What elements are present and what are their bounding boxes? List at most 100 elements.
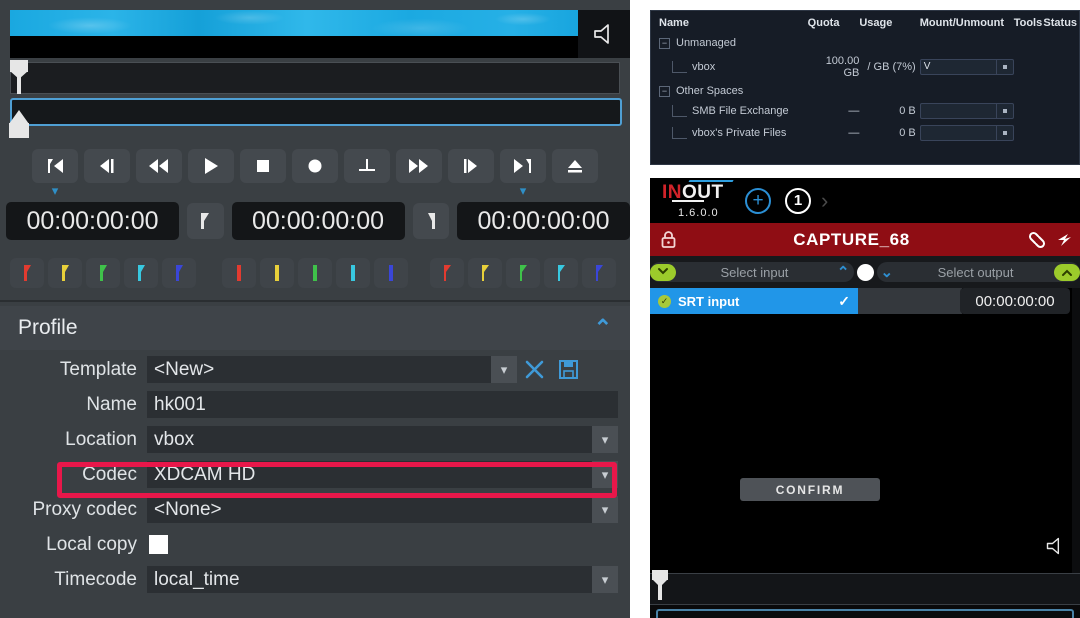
chevron-right-icon[interactable]: ›	[821, 188, 828, 214]
transport-fast-forward[interactable]	[396, 149, 442, 183]
tree-collapse-icon[interactable]: −	[659, 37, 670, 49]
chevron-down-icon[interactable]: ▾	[500, 184, 546, 197]
transport-rewind[interactable]	[136, 149, 182, 183]
timecode-duration[interactable]: 00:00:00:00	[231, 202, 405, 240]
template-save-button[interactable]	[551, 359, 585, 380]
codec-dropdown-caret[interactable]: ▾	[592, 461, 618, 488]
tree-branch-icon	[672, 105, 687, 118]
tree-branch-icon	[672, 127, 687, 140]
mount-menu-button[interactable]	[995, 104, 1013, 118]
timecode-dropdown-caret[interactable]: ▾	[592, 566, 618, 593]
mount-menu-button[interactable]	[995, 126, 1013, 140]
timecode-out-point[interactable]: 00:00:00:00	[457, 202, 630, 240]
chevron-up-icon[interactable]: ⌃	[833, 263, 854, 281]
template-input[interactable]: <New>	[147, 356, 491, 383]
transport-play[interactable]	[188, 149, 234, 183]
mount-control[interactable]	[919, 103, 1014, 119]
capture-audio-button[interactable]	[1044, 536, 1066, 561]
column-header-mount[interactable]: Mount/Unmount	[920, 11, 1014, 34]
marker-bar-green[interactable]	[298, 258, 332, 288]
lightning-icon[interactable]	[1054, 230, 1074, 250]
location-dropdown-caret[interactable]: ▾	[592, 426, 618, 453]
column-header-status[interactable]: Status	[1043, 11, 1079, 34]
transport-cue-point[interactable]	[344, 149, 390, 183]
timecode-in-point[interactable]: 00:00:00:00	[6, 202, 179, 240]
marker-pennant-yellow[interactable]	[468, 258, 502, 288]
template-dropdown-caret[interactable]: ▾	[491, 356, 517, 383]
transport-go-to-in-point[interactable]: ▾	[32, 149, 78, 197]
mount-control[interactable]	[919, 125, 1014, 141]
location-input[interactable]: vbox	[147, 426, 592, 453]
form-row-name: Name hk001	[0, 387, 630, 422]
confirm-button[interactable]: CONFIRM	[740, 478, 880, 501]
name-input[interactable]: hk001	[147, 391, 618, 418]
profile-section-header[interactable]: Profile ⌃	[0, 306, 630, 350]
marker-pennant-red[interactable]	[430, 258, 464, 288]
table-row[interactable]: − Unmanaged	[651, 34, 1079, 52]
column-header-tools[interactable]: Tools	[1014, 11, 1044, 34]
select-input-dropdown[interactable]: Select input ⌃	[650, 262, 854, 282]
marker-flag-yellow[interactable]	[48, 258, 82, 288]
marker-bar-red[interactable]	[222, 258, 256, 288]
mark-in-button[interactable]	[187, 203, 224, 239]
table-row[interactable]: vbox's Private Files — 0 B	[651, 122, 1079, 144]
transport-go-to-out-point[interactable]: ▾	[500, 149, 546, 197]
channel-badge-1[interactable]: 1	[785, 187, 811, 214]
capture-timecode[interactable]: 00:00:00:00	[960, 288, 1070, 314]
codec-input[interactable]: XDCAM HD	[147, 461, 592, 488]
marker-pennant-green[interactable]	[506, 258, 540, 288]
chevron-up-icon[interactable]: ⌃	[594, 317, 612, 339]
transport-stop[interactable]	[240, 149, 286, 183]
local-copy-checkbox[interactable]	[149, 535, 168, 554]
transport-record[interactable]	[292, 149, 338, 183]
table-row[interactable]: vbox 100.00 GB / GB (7%) V	[651, 52, 1079, 82]
flag-icon	[62, 265, 69, 281]
column-header-name[interactable]: Name	[651, 11, 808, 34]
broken-link-icon[interactable]	[1026, 230, 1048, 250]
transport-eject[interactable]	[552, 149, 598, 183]
marker-flag-red[interactable]	[10, 258, 44, 288]
table-row[interactable]: − Other Spaces	[651, 82, 1079, 100]
marker-flag-blue[interactable]	[162, 258, 196, 288]
row-usage: 0 B	[899, 105, 916, 117]
table-row[interactable]: SMB File Exchange — 0 B	[651, 100, 1079, 122]
in-out-range-track[interactable]	[10, 98, 622, 126]
transport-step-back[interactable]	[84, 149, 130, 183]
audio-mute-button[interactable]	[578, 10, 630, 58]
chevron-down-icon[interactable]: ▾	[32, 184, 78, 197]
capture-panel: INOUT 1.6.0.0 + 1 › CAPTURE_68 Select in…	[650, 178, 1080, 618]
marker-bar-blue[interactable]	[374, 258, 408, 288]
chevron-down-icon[interactable]: ⌄	[877, 263, 898, 281]
marker-flag-green[interactable]	[86, 258, 120, 288]
io-link-toggle[interactable]	[856, 263, 874, 281]
capture-range-track[interactable]	[656, 609, 1074, 618]
row-tools	[1014, 122, 1044, 144]
marker-bar-yellow[interactable]	[260, 258, 294, 288]
mount-control[interactable]: V	[919, 59, 1014, 75]
playhead-marker[interactable]	[10, 60, 28, 94]
range-start-marker[interactable]	[9, 110, 29, 138]
column-header-usage[interactable]: Usage	[859, 11, 919, 34]
proxy-codec-dropdown-caret[interactable]: ▾	[592, 496, 618, 523]
marker-pennant-blue[interactable]	[582, 258, 616, 288]
marker-flag-cyan[interactable]	[124, 258, 158, 288]
proxy-codec-input[interactable]: <None>	[147, 496, 592, 523]
marker-pennant-cyan[interactable]	[544, 258, 578, 288]
video-preview[interactable]	[10, 10, 630, 58]
playhead-scrub-track[interactable]	[10, 62, 620, 94]
marker-bar-cyan[interactable]	[336, 258, 370, 288]
source-item-srt-input[interactable]: ✓ SRT input ✓	[650, 288, 858, 314]
tree-collapse-icon[interactable]: −	[659, 85, 670, 97]
template-clear-button[interactable]	[517, 359, 551, 380]
transport-step-forward[interactable]	[448, 149, 494, 183]
capture-playhead-marker[interactable]	[652, 570, 668, 600]
timecode-source-input[interactable]: local_time	[147, 566, 592, 593]
capture-scrub-track[interactable]	[650, 570, 1080, 605]
mark-out-button[interactable]	[412, 203, 450, 239]
table-header-row: Name Quota Usage Mount/Unmount Tools Sta…	[651, 11, 1079, 34]
select-output-dropdown[interactable]: ⌄ Select output	[876, 262, 1080, 282]
add-channel-button[interactable]: +	[745, 187, 771, 214]
column-header-quota[interactable]: Quota	[808, 11, 860, 34]
mount-menu-button[interactable]	[995, 60, 1013, 74]
lock-button[interactable]	[650, 230, 677, 249]
